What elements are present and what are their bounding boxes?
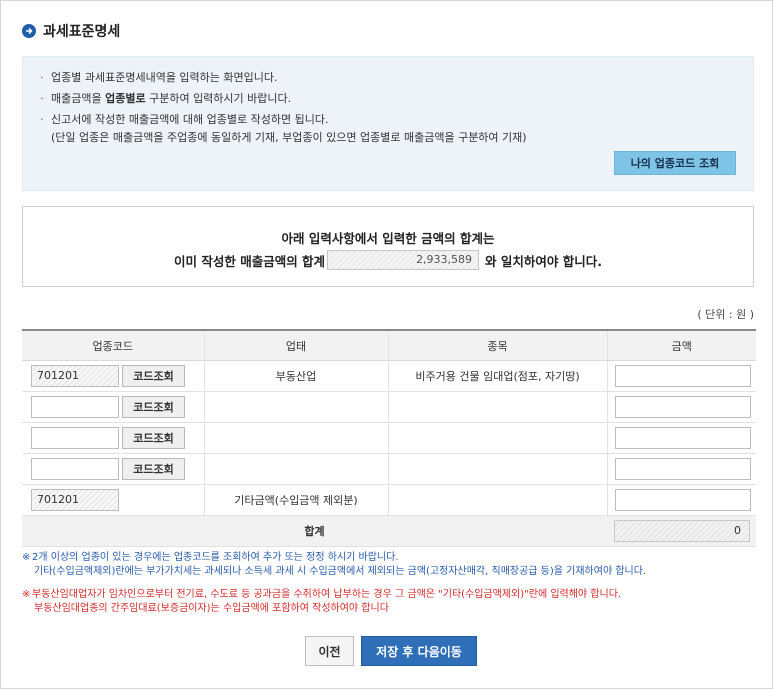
code-lookup-button[interactable]: 코드조회 xyxy=(122,396,185,418)
notice-general: ※ 2개 이상의 업종이 있는 경우에는 업종코드를 조회하여 추가 또는 정정 … xyxy=(22,551,646,579)
table-row: 701201 코드조회 부동산업 비주거용 건물 임대업(점포, 자기땅) xyxy=(22,360,756,392)
table-row: 코드조회 xyxy=(22,453,756,485)
code-lookup-button[interactable]: 코드조회 xyxy=(122,427,185,449)
business-cell xyxy=(203,453,388,485)
item-cell xyxy=(387,422,607,454)
info-item: 신고서에 작성한 매출금액에 대해 업종별로 작성하면 됩니다. xyxy=(40,111,527,129)
info-subnote: (단일 업종은 매출금액을 주업종에 동일하게 기재, 부업종이 있으면 업종별… xyxy=(51,131,527,144)
other-amount-row: 701201 기타금액(수입금액 제외분) xyxy=(22,484,756,516)
other-amount-input[interactable] xyxy=(614,489,751,511)
info-box: 업종별 과세표준명세내역을 입력하는 화면입니다. 매출금액을 업종별로 구분하… xyxy=(22,56,754,191)
code-lookup-button[interactable]: 코드조회 xyxy=(122,365,185,387)
amount-input[interactable] xyxy=(614,427,751,449)
total-label: 합계 xyxy=(22,515,607,547)
total-row: 합계 0 xyxy=(22,515,756,547)
table-row: 코드조회 xyxy=(22,391,756,423)
industry-code-input[interactable] xyxy=(31,458,119,480)
notice-mark: ※ xyxy=(22,552,31,563)
header-amount: 금액 xyxy=(606,329,756,361)
sum-check-prefix: 이미 작성한 매출금액의 합계 xyxy=(173,253,326,269)
info-list: 업종별 과세표준명세내역을 입력하는 화면입니다. 매출금액을 업종별로 구분하… xyxy=(40,69,527,147)
header-business: 업태 xyxy=(203,329,388,361)
notice-text: 부동산임대업자가 임차인으로부터 전기료, 수도료 등 공과금을 수취하여 납부… xyxy=(32,589,622,600)
info-item: 업종별 과세표준명세내역을 입력하는 화면입니다. xyxy=(40,69,527,87)
arrow-circle-icon xyxy=(22,24,36,38)
notice-rental: ※ 부동산임대업자가 임차인으로부터 전기료, 수도료 등 공과금을 수취하여 납… xyxy=(22,588,621,616)
other-code-field: 701201 xyxy=(31,489,119,511)
notice-text: 부동산임대업종의 간주임대료(보증금이자)는 수입금액에 포함하여 작성하여야 … xyxy=(34,603,389,614)
table-row: 코드조회 xyxy=(22,422,756,454)
business-cell xyxy=(203,422,388,454)
my-industry-code-button[interactable]: 나의 업종코드 조회 xyxy=(614,151,736,175)
sales-total-field: 2,933,589 xyxy=(327,250,480,270)
industry-code-input[interactable]: 701201 xyxy=(31,365,119,387)
item-cell: 비주거용 건물 임대업(점포, 자기땅) xyxy=(387,360,607,392)
amount-input[interactable] xyxy=(614,365,751,387)
unit-label: ( 단위 : 원 ) xyxy=(697,308,754,321)
sum-check-line2: 이미 작성한 매출금액의 합계 2,933,589 와 일치하여야 합니다. xyxy=(23,250,753,270)
info-item-text: 매출금액을 xyxy=(51,92,106,105)
sum-check-box: 아래 입력사항에서 입력한 금액의 합계는 이미 작성한 매출금액의 합계 2,… xyxy=(22,206,754,287)
info-item-bold: 업종별로 xyxy=(105,92,146,105)
item-cell xyxy=(387,453,607,485)
sum-check-suffix: 와 일치하여야 합니다. xyxy=(485,253,602,269)
header-item: 종목 xyxy=(387,329,607,361)
industry-code-input[interactable] xyxy=(31,396,119,418)
notice-text: 기타(수입금액제외)란에는 부가가치세는 과세되나 소득세 과세 시 수입금액에… xyxy=(34,566,647,577)
save-next-button[interactable]: 저장 후 다음이동 xyxy=(361,636,477,666)
header-code: 업종코드 xyxy=(22,329,204,361)
page-title-row: 과세표준명세 xyxy=(22,21,120,41)
industry-code-input[interactable] xyxy=(31,427,119,449)
table-header-row: 업종코드 업태 종목 금액 xyxy=(22,329,756,361)
item-cell xyxy=(387,391,607,423)
notice-text: 2개 이상의 업종이 있는 경우에는 업종코드를 조회하여 추가 또는 정정 하… xyxy=(32,552,399,563)
amount-input[interactable] xyxy=(614,458,751,480)
previous-button[interactable]: 이전 xyxy=(305,636,354,666)
info-item: 매출금액을 업종별로 구분하여 입력하시기 바랍니다. xyxy=(40,90,527,108)
info-item-text: 구분하여 입력하시기 바랍니다. xyxy=(145,92,292,105)
amount-input[interactable] xyxy=(614,396,751,418)
other-amount-label: 기타금액(수입금액 제외분) xyxy=(203,484,388,516)
notice-mark: ※ xyxy=(22,589,31,600)
tax-base-table: 업종코드 업태 종목 금액 701201 코드조회 부동산업 비주거용 건물 임… xyxy=(22,329,756,547)
business-cell: 부동산업 xyxy=(203,360,388,392)
business-cell xyxy=(203,391,388,423)
total-amount-field: 0 xyxy=(614,520,750,542)
code-lookup-button[interactable]: 코드조회 xyxy=(122,458,185,480)
sum-check-line1: 아래 입력사항에서 입력한 금액의 합계는 xyxy=(281,231,495,246)
page-title: 과세표준명세 xyxy=(43,24,121,40)
